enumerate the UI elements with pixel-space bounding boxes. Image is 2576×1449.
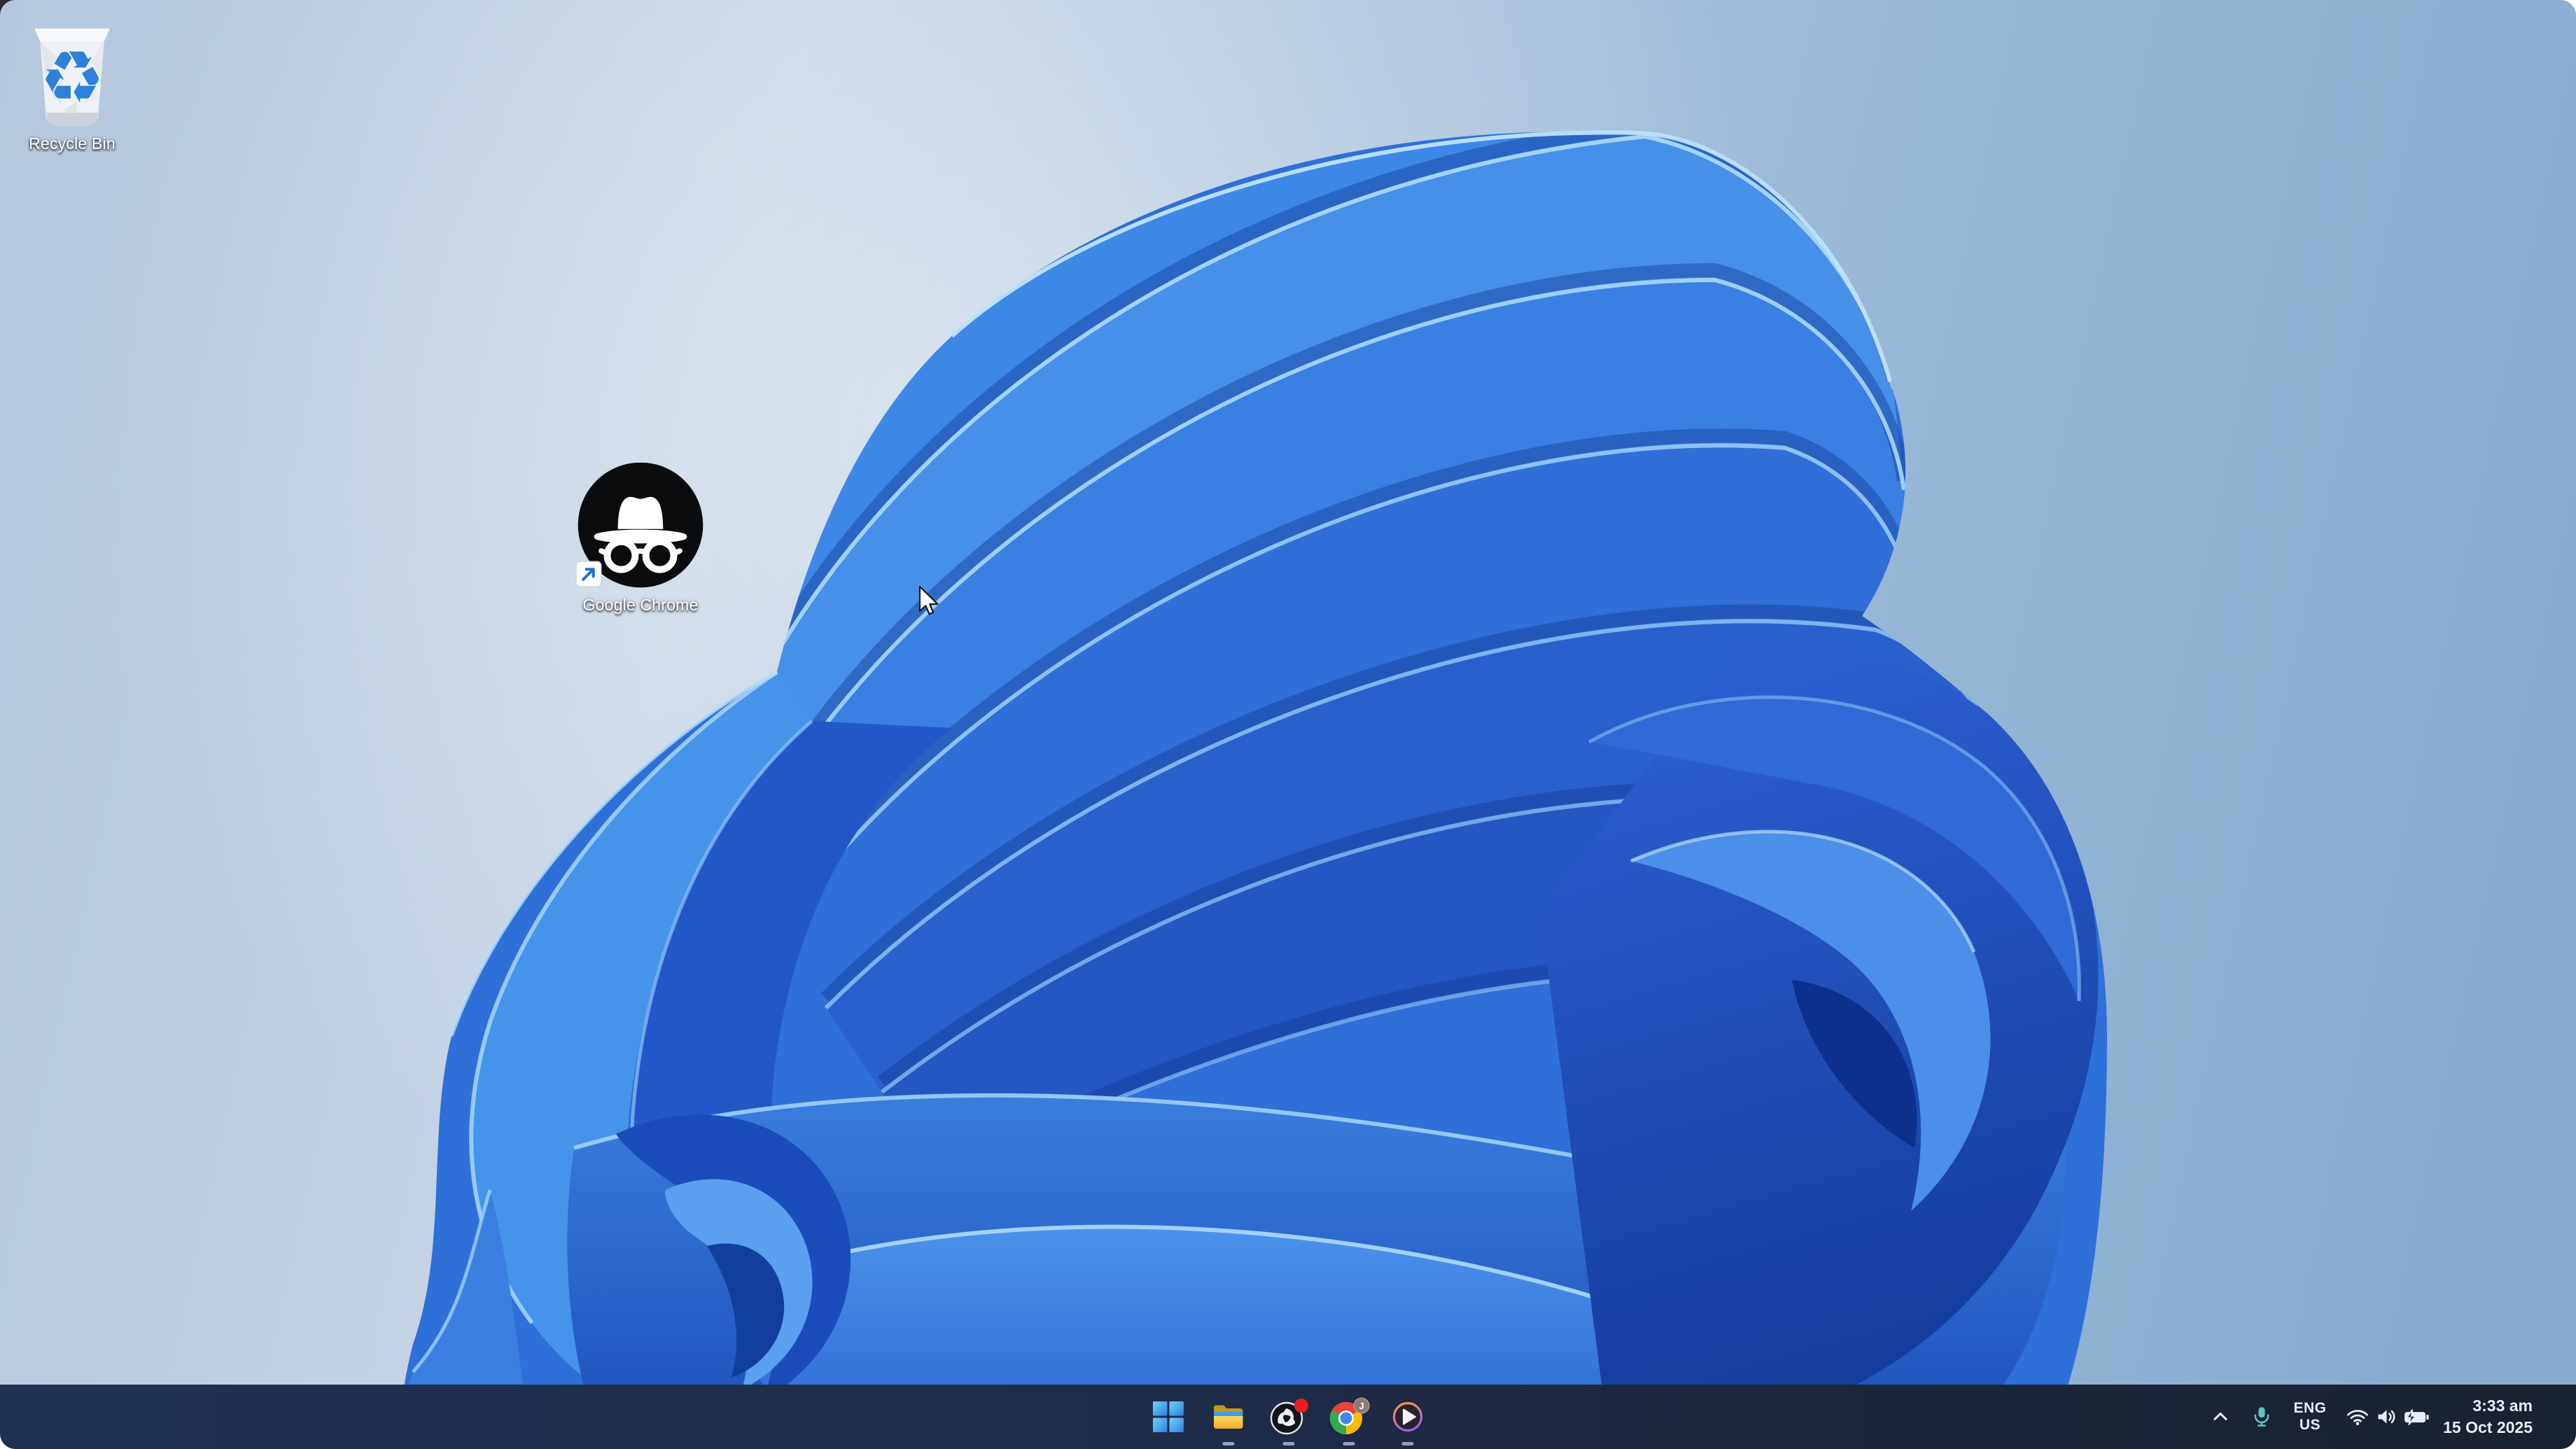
file-explorer-icon — [1211, 1401, 1246, 1433]
recording-dot-badge — [1294, 1399, 1308, 1413]
taskbar-file-explorer[interactable] — [1205, 1394, 1252, 1440]
desktop-icon-label: Recycle Bin — [29, 134, 115, 153]
taskbar-google-chrome[interactable]: J — [1326, 1394, 1372, 1440]
tray-clock[interactable]: 3:33 am 15 Oct 2025 — [2443, 1395, 2533, 1438]
shortcut-arrow-overlay — [575, 561, 602, 587]
chevron-up-icon — [2210, 1406, 2231, 1427]
wallpaper-bloom — [0, 0, 2576, 1449]
taskbar-media-player[interactable] — [1385, 1394, 1431, 1440]
windows-desktop: ♻ Recycle Bin Google Chrome — [0, 0, 2576, 1449]
volume-icon — [2376, 1406, 2398, 1427]
svg-text:♻: ♻ — [39, 36, 104, 120]
clock-date: 15 Oct 2025 — [2443, 1417, 2533, 1438]
clock-time: 3:33 am — [2443, 1395, 2533, 1417]
battery-charging-icon — [2403, 1406, 2431, 1427]
language-line1: ENG — [2293, 1400, 2326, 1417]
windows-logo-icon — [1152, 1401, 1184, 1433]
language-line2: US — [2293, 1417, 2326, 1434]
chrome-profile-badge: J — [1359, 1401, 1364, 1411]
mouse-cursor — [918, 585, 942, 619]
tray-wifi[interactable] — [2346, 1406, 2370, 1427]
running-indicator — [1402, 1442, 1414, 1446]
desktop-icon-google-chrome[interactable]: Google Chrome — [570, 458, 710, 615]
tray-battery[interactable] — [2403, 1406, 2431, 1427]
start-button[interactable] — [1145, 1394, 1191, 1440]
obs-studio-icon — [1268, 1397, 1310, 1436]
running-indicator — [1223, 1442, 1235, 1446]
chrome-icon: J — [1326, 1396, 1371, 1437]
desktop-icon-label: Google Chrome — [583, 596, 699, 615]
desktop-icon-recycle-bin[interactable]: ♻ Recycle Bin — [13, 14, 132, 153]
tray-language-switcher[interactable]: ENG US — [2293, 1400, 2326, 1434]
taskbar: J — [0, 1385, 2576, 1449]
running-indicator — [1343, 1442, 1355, 1446]
tray-microphone[interactable] — [2251, 1406, 2272, 1428]
tray-volume[interactable] — [2376, 1406, 2398, 1427]
microphone-icon — [2251, 1406, 2272, 1428]
recycle-bin-icon: ♻ — [20, 14, 125, 130]
media-player-icon — [1390, 1399, 1426, 1435]
running-indicator — [1283, 1442, 1295, 1446]
taskbar-obs-studio[interactable] — [1266, 1394, 1312, 1440]
wifi-icon — [2346, 1406, 2370, 1427]
tray-chevron-up[interactable] — [2210, 1406, 2231, 1427]
